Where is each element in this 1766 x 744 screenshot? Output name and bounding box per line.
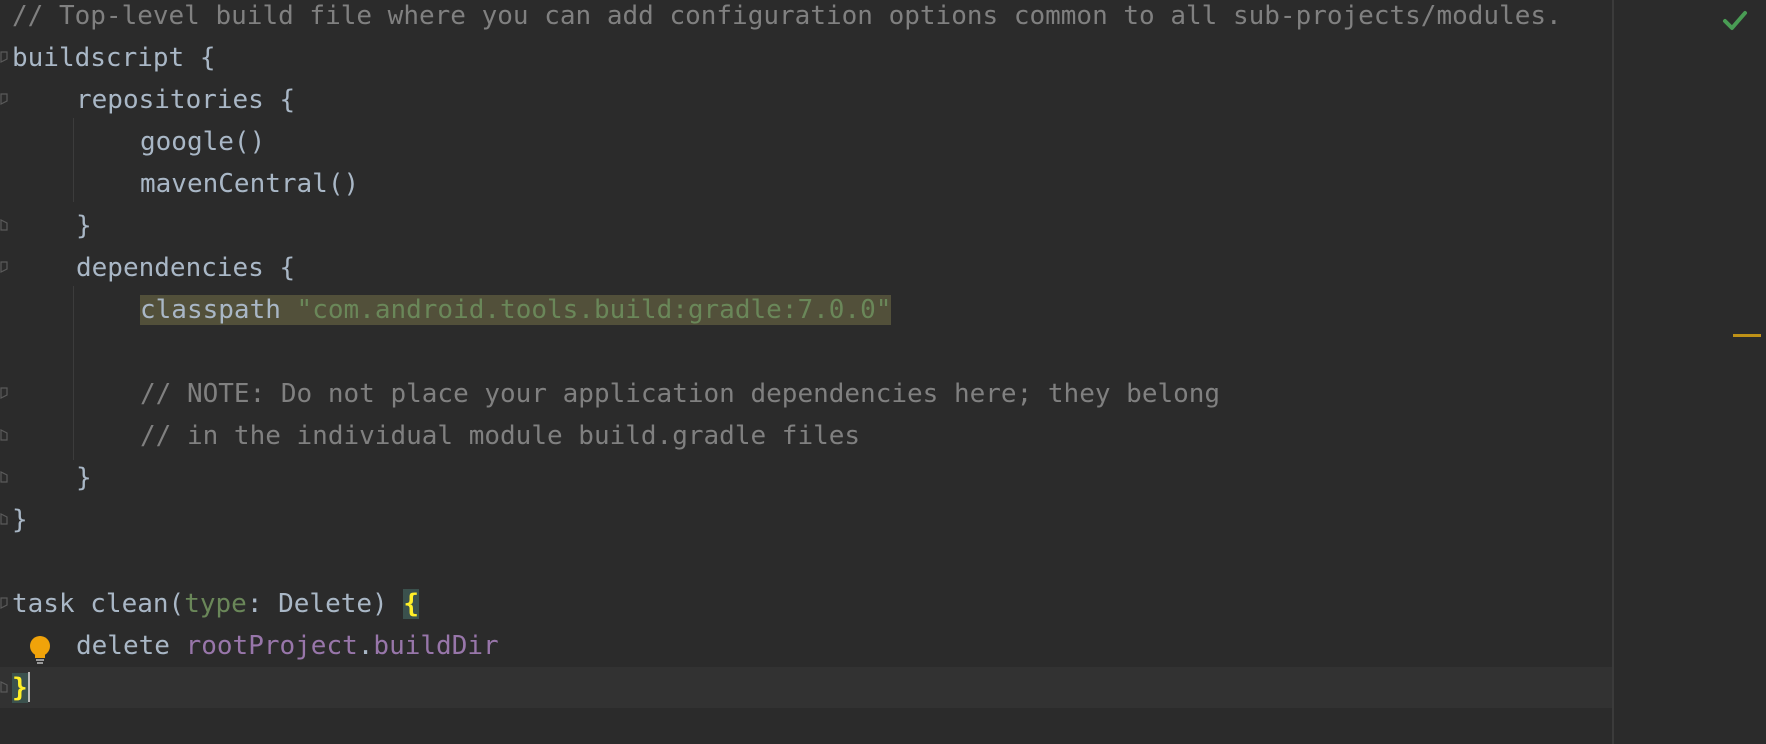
fold-marker-icon[interactable] <box>0 218 8 232</box>
fold-marker-icon[interactable] <box>0 50 8 64</box>
fold-marker-icon[interactable] <box>0 260 8 274</box>
property-token: buildDir <box>373 631 499 661</box>
fold-marker-icon[interactable] <box>0 596 8 610</box>
code-line-google[interactable]: google() <box>140 121 265 163</box>
matched-brace: { <box>403 589 420 619</box>
code-line-buildscript-open[interactable]: buildscript { <box>12 37 216 79</box>
code-token: : Delete) <box>246 589 404 619</box>
code-token: google() <box>140 127 266 157</box>
warning-marker-stripe[interactable] <box>1733 334 1761 337</box>
code-line-note-comment-1[interactable]: // NOTE: Do not place your application d… <box>140 373 1220 415</box>
code-line-buildscript-close[interactable]: } <box>12 499 28 541</box>
code-line-note-comment-2[interactable]: // in the individual module build.gradle… <box>140 415 860 457</box>
text-caret <box>27 671 30 702</box>
code-line-repositories-close[interactable]: } <box>76 205 92 247</box>
usage-highlight: classpath "com.android.tools.build:gradl… <box>140 295 892 325</box>
fold-marker-icon[interactable] <box>0 92 8 106</box>
fold-marker-icon[interactable] <box>0 512 8 526</box>
code-token: . <box>357 631 374 661</box>
current-line-highlight <box>0 667 1612 708</box>
code-token: mavenCentral() <box>140 169 360 199</box>
code-line-maven-central[interactable]: mavenCentral() <box>140 163 359 205</box>
code-token: repositories { <box>76 85 296 115</box>
indent-guide <box>73 118 74 202</box>
lightbulb-icon[interactable] <box>26 634 54 666</box>
code-token: dependencies { <box>76 253 296 283</box>
code-line-repositories-open[interactable]: repositories { <box>76 79 295 121</box>
code-token: delete <box>76 631 186 661</box>
code-line-file-comment[interactable]: // Top-level build file where you can ad… <box>12 0 1562 37</box>
fold-marker-icon[interactable] <box>0 470 8 484</box>
string-literal: "com.android.tools.build:gradle:7.0.0" <box>296 295 892 325</box>
code-line-task-clean[interactable]: task clean(type: Delete) { <box>12 583 420 625</box>
code-line-classpath[interactable]: classpath "com.android.tools.build:gradl… <box>140 289 892 331</box>
named-param: type <box>184 589 247 619</box>
code-line-dependencies-open[interactable]: dependencies { <box>76 247 295 289</box>
code-line-task-close[interactable]: } <box>12 667 30 709</box>
fold-marker-icon[interactable] <box>0 680 8 694</box>
code-editor[interactable]: // Top-level build file where you can ad… <box>0 0 1766 744</box>
code-token: } <box>76 211 92 241</box>
code-token: } <box>12 505 28 535</box>
right-margin-guide <box>1612 0 1614 744</box>
fold-marker-icon[interactable] <box>0 386 8 400</box>
code-token: task clean( <box>12 589 185 619</box>
code-token: } <box>76 463 92 493</box>
indent-guide <box>73 286 74 460</box>
code-line-delete[interactable]: delete rootProject.buildDir <box>76 625 499 667</box>
code-token: classpath <box>140 295 281 325</box>
matched-brace: } <box>12 673 28 703</box>
check-icon[interactable] <box>1722 8 1748 30</box>
code-line-dependencies-close[interactable]: } <box>76 457 92 499</box>
code-token: buildscript { <box>12 43 216 73</box>
property-token: rootProject <box>185 631 358 661</box>
fold-marker-icon[interactable] <box>0 428 8 442</box>
